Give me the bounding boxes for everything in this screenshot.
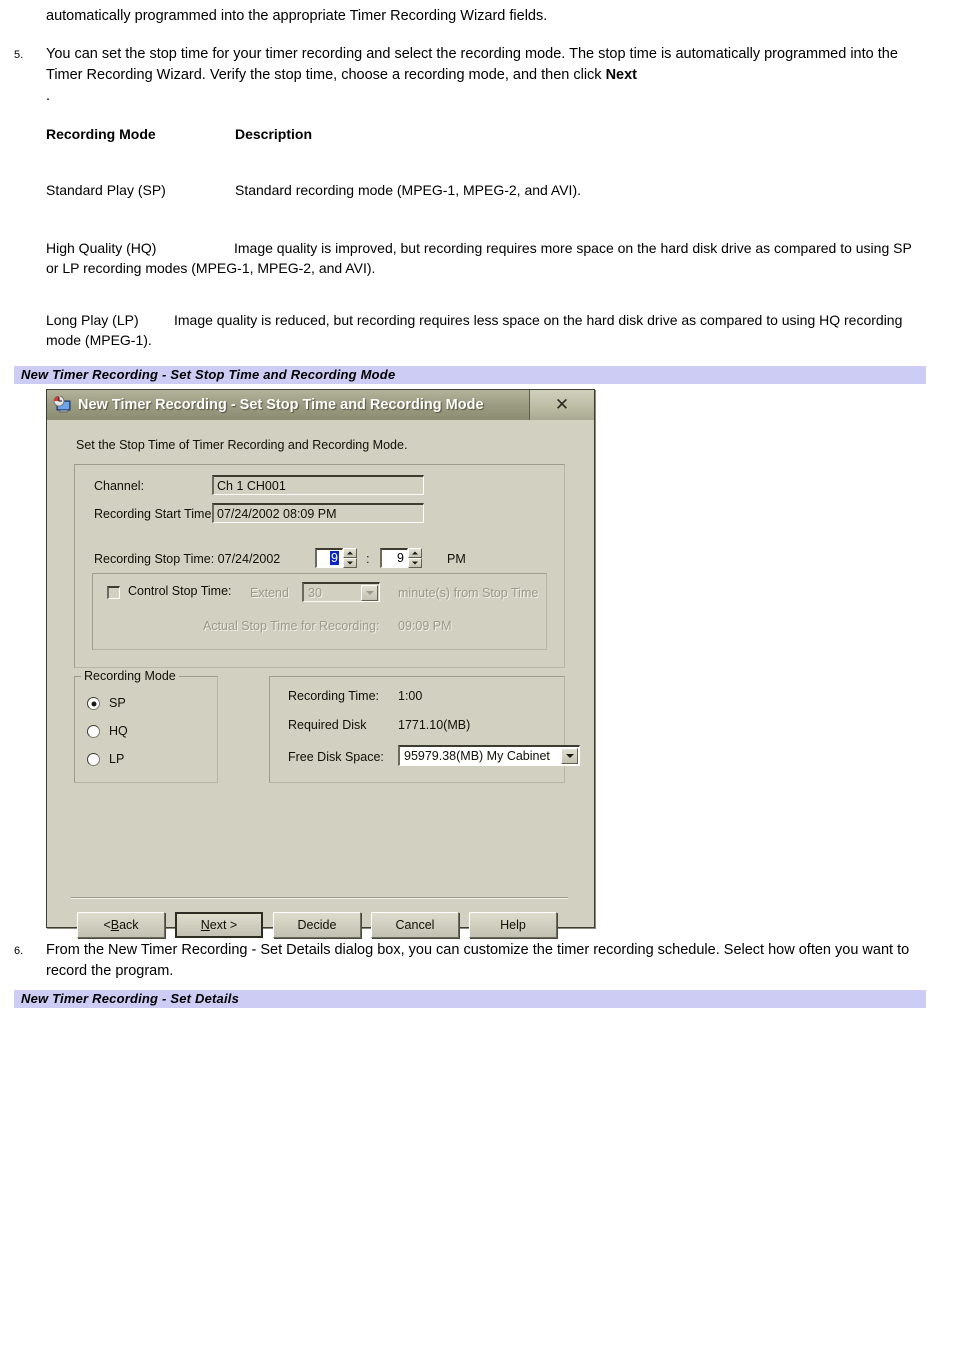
decide-button-label: Decide [297,918,337,932]
recording-time-value: 1:00 [398,689,423,703]
decide-button[interactable]: Decide [273,912,361,938]
back-button[interactable]: < Back [77,912,165,938]
stop-hour-value[interactable]: 9 [315,548,343,568]
free-disk-space-value: 95979.38(MB) My Cabinet [404,749,550,763]
stop-hour-decrement-icon[interactable] [343,558,357,568]
dialog-instruction: Set the Stop Time of Timer Recording and… [76,438,408,452]
actual-stop-time-value: 09:09 PM [398,619,452,633]
radio-lp-label: LP [109,752,125,766]
time-separator: : [366,551,370,566]
table-header-description: Description [235,126,313,142]
extend-label: Extend [250,586,289,600]
next-button[interactable]: Next > [175,912,263,938]
table-row-sp-mode: Standard Play (SP) [46,182,166,198]
start-time-label: Recording Start Time: [94,507,215,521]
extend-suffix-label: minute(s) from Stop Time [398,586,539,600]
chevron-down-icon[interactable] [561,748,578,764]
dialog-title-strip: New Timer Recording - Set Stop Time and … [47,389,530,420]
actual-stop-time-label: Actual Stop Time for Recording: [203,619,380,633]
radio-sp-label: SP [109,696,126,710]
step-5-text: You can set the stop time for your timer… [46,44,924,107]
stop-hour-stepper[interactable]: 9 [315,548,357,568]
cancel-button-label: Cancel [395,918,435,932]
stop-time-panel: Channel: Ch 1 CH001 Recording Start Time… [74,464,565,668]
next-button-accel: N [200,918,210,932]
radio-hq-label: HQ [109,724,128,738]
table-row-hq-mode: High Quality (HQ) [46,240,157,256]
stop-hour-spin-buttons[interactable] [343,548,357,568]
control-stop-time-label: Control Stop Time: [128,584,232,598]
close-icon: ✕ [554,395,570,414]
free-disk-space-dropdown[interactable]: 95979.38(MB) My Cabinet [398,745,580,766]
back-button-prefix: < [103,918,111,932]
timer-recording-dialog: New Timer Recording - Set Stop Time and … [46,389,595,938]
control-stop-time-group: Control Stop Time: Extend 30 minute(s) f… [92,573,547,650]
free-disk-space-label: Free Disk Space: [288,750,384,764]
button-separator [71,897,568,899]
recording-time-label: Recording Time: [288,689,380,703]
figure-caption-stop-time: New Timer Recording - Set Stop Time and … [14,366,926,384]
stop-hour-increment-icon[interactable] [343,548,357,558]
radio-lp[interactable] [87,753,100,766]
radio-sp[interactable] [87,697,100,710]
cancel-button[interactable]: Cancel [371,912,459,938]
help-button-label: Help [500,918,526,932]
extend-minutes-value: 30 [308,585,322,600]
step-5-text-main: You can set the stop time for your timer… [46,46,898,83]
stop-minute-increment-icon[interactable] [408,548,422,558]
step-5-bold-next: Next [605,67,638,83]
radio-hq[interactable] [87,725,100,738]
chevron-down-icon[interactable] [361,584,378,601]
mode-and-info-row: Recording Mode SP HQ LP Recording Time: … [74,669,580,786]
back-button-accel: B [110,918,120,932]
dialog-titlebar: New Timer Recording - Set Stop Time and … [47,389,594,420]
table-header-recording-mode: Recording Mode [46,126,156,142]
table-row-hq: High Quality (HQ) Image quality is improv… [46,238,926,278]
table-row-sp-description: Standard recording mode (MPEG-1, MPEG-2,… [235,182,582,198]
stop-minute-spin-buttons[interactable] [408,548,422,568]
step-5-text-tail: . [46,88,51,104]
control-stop-time-checkbox[interactable] [107,586,120,599]
recording-mode-group: Recording Mode SP HQ LP [74,669,218,783]
extend-minutes-dropdown[interactable]: 30 [302,582,380,602]
required-disk-label: Required Disk [288,718,367,732]
table-row-lp: Long Play (LP) Image quality is reduced, … [46,310,926,350]
stop-hour-text: 9 [330,551,339,565]
figure-caption-set-details: New Timer Recording - Set Details [14,990,926,1008]
intro-paragraph: automatically programmed into the approp… [46,8,548,24]
help-button[interactable]: Help [469,912,557,938]
required-disk-value: 1771.10(MB) [398,718,471,732]
back-button-suffix: ack [119,918,139,932]
start-time-field[interactable]: 07/24/2002 08:09 PM [212,503,424,523]
stop-minute-value[interactable]: 9 [380,548,408,568]
recording-mode-legend: Recording Mode [81,669,179,683]
next-button-suffix: ext > [209,918,238,932]
clock-monitor-icon [53,395,71,413]
dialog-title: New Timer Recording - Set Stop Time and … [78,396,484,413]
table-row-lp-description: Image quality is reduced, but recording … [46,312,903,348]
channel-field[interactable]: Ch 1 CH001 [212,475,424,495]
stop-meridiem: PM [447,552,466,566]
stop-minute-stepper[interactable]: 9 [380,548,422,568]
table-row-lp-mode: Long Play (LP) [46,312,139,328]
dialog-button-row: < Back Next > Decide Cancel Help [77,912,557,938]
stop-minute-decrement-icon[interactable] [408,558,422,568]
recording-info-panel: Recording Time: 1:00 Required Disk 1771.… [269,676,580,783]
stop-time-label: Recording Stop Time: 07/24/2002 [94,552,281,566]
step-6-text: From the New Timer Recording - Set Detai… [46,942,910,979]
close-button[interactable]: ✕ [530,389,594,420]
channel-label: Channel: [94,479,145,493]
